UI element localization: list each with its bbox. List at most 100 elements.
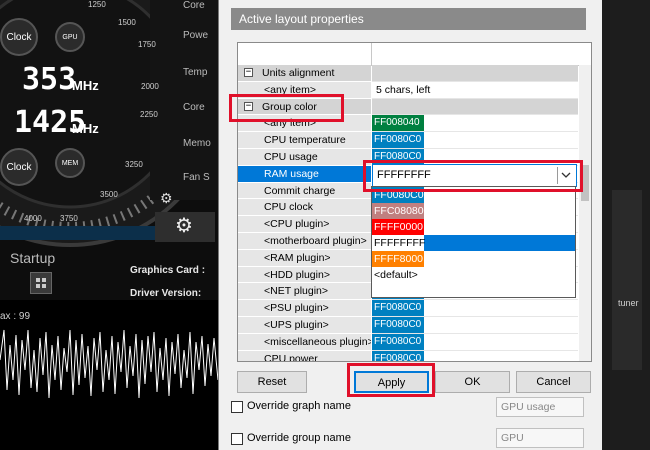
dropdown-option[interactable]: FFC08080 bbox=[372, 203, 575, 219]
side-label: Core bbox=[183, 102, 205, 113]
clock-button-bottom[interactable]: Clock bbox=[0, 148, 38, 186]
clock-button-top[interactable]: Clock bbox=[0, 18, 38, 56]
graphics-card-label: Graphics Card : bbox=[130, 265, 206, 276]
scale-label: 1750 bbox=[138, 40, 156, 49]
property-name-cell: <motherboard plugin> bbox=[238, 232, 371, 250]
property-name: <UPS plugin> bbox=[264, 318, 329, 331]
color-dropdown-list[interactable]: FF0080C0 FFC08080 FFFF0000 FFFFFFFF FFFF8000… bbox=[371, 186, 576, 298]
property-name-cell: <UPS plugin> bbox=[238, 316, 371, 334]
settings-gear-icon[interactable]: ⚙ bbox=[175, 213, 193, 238]
dropdown-option-label: FFFFFFFF bbox=[372, 235, 426, 251]
property-value: FF0080C0 bbox=[372, 333, 424, 350]
property-value: 5 chars, left bbox=[376, 83, 431, 96]
dropdown-option[interactable]: <default> bbox=[372, 267, 575, 283]
property-value: FF0080C0 bbox=[372, 300, 424, 316]
cancel-button[interactable]: Cancel bbox=[516, 371, 591, 393]
property-name: <motherboard plugin> bbox=[264, 234, 367, 247]
property-value-cell[interactable] bbox=[372, 98, 578, 116]
scale-label: 3250 bbox=[125, 160, 143, 169]
property-value-cell[interactable]: 5 chars, left bbox=[372, 81, 578, 99]
property-row[interactable]: CPU temperature FF0080C0 bbox=[238, 132, 578, 149]
property-name: CPU temperature bbox=[264, 134, 346, 147]
property-row[interactable]: <miscellaneous plugin> FF0080C0 bbox=[238, 333, 578, 351]
property-name-cell: <miscellaneous plugin> bbox=[238, 333, 371, 351]
dropdown-option-label: <default> bbox=[374, 269, 418, 281]
property-value bbox=[372, 101, 376, 113]
dropdown-option-label: FFFF8000 bbox=[372, 251, 424, 267]
scale-label: 1500 bbox=[118, 18, 136, 27]
scale-label: 3500 bbox=[100, 190, 118, 199]
property-value-cell[interactable]: FF008040 bbox=[372, 115, 578, 133]
scale-label: 2250 bbox=[140, 110, 158, 119]
reset-button[interactable]: Reset bbox=[237, 371, 307, 393]
dropdown-option[interactable]: FFFF0000 bbox=[372, 219, 575, 235]
graph-name-input[interactable]: GPU usage bbox=[496, 397, 584, 417]
dropdown-option[interactable]: FFFF8000 bbox=[372, 251, 575, 267]
highlight-apply bbox=[347, 363, 435, 397]
property-value: FF0080C0 bbox=[372, 316, 424, 333]
property-value-cell[interactable]: FF0080C0 bbox=[372, 300, 578, 317]
property-name: <miscellaneous plugin> bbox=[264, 335, 371, 348]
side-label: Fan S bbox=[183, 172, 210, 183]
right-fragment-text: tuner bbox=[618, 298, 639, 308]
property-row[interactable]: CPU power FF0080C0 bbox=[238, 350, 578, 362]
property-name: <PSU plugin> bbox=[264, 302, 329, 315]
property-name-cell: <CPU plugin> bbox=[238, 216, 371, 233]
dropdown-option-label: FFFF0000 bbox=[372, 219, 424, 235]
property-name: <CPU plugin> bbox=[264, 218, 330, 231]
property-name: Units alignment bbox=[262, 67, 335, 79]
property-name-cell: <HDD plugin> bbox=[238, 266, 371, 284]
property-name: Commit charge bbox=[264, 184, 336, 197]
dropdown-option[interactable]: FFFFFFFF bbox=[372, 235, 575, 251]
property-value-cell[interactable]: FF0080C0 bbox=[372, 316, 578, 334]
ok-button[interactable]: OK bbox=[435, 371, 510, 393]
group-name-input[interactable]: GPU bbox=[496, 428, 584, 448]
property-name-cell: CPU usage bbox=[238, 148, 371, 166]
graph-max-text: ax : 99 bbox=[0, 311, 31, 322]
property-name-cell: Commit charge bbox=[238, 182, 371, 200]
override-graph-name-label: Override graph name bbox=[247, 400, 351, 412]
property-value: FF008040 bbox=[372, 115, 424, 132]
property-value-cell[interactable] bbox=[372, 65, 578, 82]
clock-label: Clock bbox=[6, 161, 32, 173]
property-name-cell: <PSU plugin> bbox=[238, 300, 371, 317]
gpu-clock-value: 353 bbox=[22, 62, 77, 97]
override-group-name-checkbox[interactable] bbox=[231, 433, 243, 445]
grid-header bbox=[238, 43, 591, 66]
property-value-cell[interactable]: FF0080C0 bbox=[372, 132, 578, 149]
scale-label: 4000 bbox=[24, 214, 42, 223]
windows-icon[interactable] bbox=[30, 272, 52, 294]
property-name: <RAM plugin> bbox=[264, 251, 331, 264]
gpu-chip-icon: GPU bbox=[55, 22, 85, 52]
property-group-row[interactable]: − Units alignment bbox=[238, 65, 578, 82]
property-row[interactable]: <PSU plugin> FF0080C0 bbox=[238, 300, 578, 317]
clock-label: Clock bbox=[6, 31, 32, 43]
highlight-combo bbox=[363, 160, 583, 192]
gpu-clock-unit: MHz bbox=[72, 78, 99, 93]
dropdown-option-label: FFC08080 bbox=[372, 203, 424, 219]
property-name-cell: <RAM plugin> bbox=[238, 249, 371, 267]
grid-scrollbar[interactable] bbox=[579, 65, 591, 361]
scale-label: 1250 bbox=[88, 0, 106, 9]
property-name-cell: <NET plugin> bbox=[238, 283, 371, 301]
property-name-cell: CPU power bbox=[238, 350, 371, 362]
property-row[interactable]: <UPS plugin> FF0080C0 bbox=[238, 316, 578, 334]
side-label: Core bbox=[183, 0, 205, 11]
override-graph-name-checkbox[interactable] bbox=[231, 401, 243, 413]
property-value-cell[interactable]: FF0080C0 bbox=[372, 333, 578, 351]
highlight-group-color bbox=[229, 94, 344, 122]
settings-small-icon[interactable]: ⚙ bbox=[160, 190, 173, 207]
property-name: CPU power bbox=[264, 352, 318, 362]
collapse-minus-icon[interactable]: − bbox=[244, 68, 253, 77]
property-name: <HDD plugin> bbox=[264, 268, 330, 281]
mem-chip-icon: MEM bbox=[55, 148, 85, 178]
property-name-cell: − Units alignment bbox=[238, 65, 371, 82]
side-label: Powe bbox=[183, 30, 209, 41]
mem-clock-unit: MHz bbox=[72, 121, 99, 136]
property-name-cell: CPU clock bbox=[238, 199, 371, 217]
property-name: <NET plugin> bbox=[264, 285, 329, 298]
property-name-cell: RAM usage bbox=[238, 165, 371, 183]
side-label: Temp bbox=[183, 67, 208, 78]
property-value-cell[interactable]: FF0080C0 bbox=[372, 350, 578, 361]
property-value: FF0080C0 bbox=[372, 132, 424, 148]
